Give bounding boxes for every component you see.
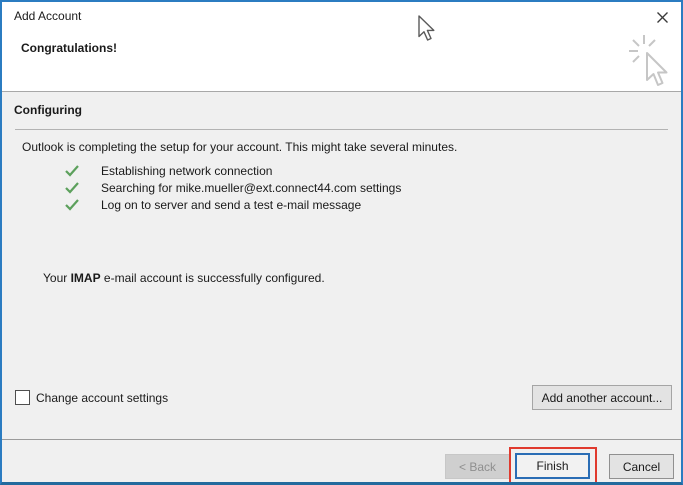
success-message: Your IMAP e-mail account is successfully… — [43, 271, 325, 285]
account-type: IMAP — [71, 271, 101, 285]
section-divider — [15, 129, 668, 130]
change-account-settings-option[interactable]: Change account settings — [15, 390, 168, 405]
cancel-button[interactable]: Cancel — [609, 454, 674, 479]
setup-step-label: Searching for mike.mueller@ext.connect44… — [101, 181, 401, 195]
title-bar: Add Account — [2, 2, 681, 32]
checkmark-icon — [65, 165, 79, 177]
close-icon — [656, 11, 669, 24]
success-message-suffix: e-mail account is successfully configure… — [101, 271, 325, 285]
setup-step-row: Searching for mike.mueller@ext.connect44… — [65, 181, 401, 195]
setup-step-row: Log on to server and send a test e-mail … — [65, 198, 361, 212]
window-title: Add Account — [14, 9, 81, 23]
configuring-description: Outlook is completing the setup for your… — [22, 140, 457, 154]
setup-step-label: Establishing network connection — [101, 164, 272, 178]
click-sparkle-icon — [628, 33, 676, 96]
congratulations-heading: Congratulations! — [21, 41, 117, 55]
checkmark-icon — [65, 182, 79, 194]
add-account-dialog: Add Account Congratulations! — [0, 0, 683, 485]
add-another-account-button[interactable]: Add another account... — [532, 385, 672, 410]
success-message-prefix: Your — [43, 271, 71, 285]
checkmark-icon — [65, 199, 79, 211]
section-title: Configuring — [14, 103, 82, 117]
change-account-settings-label: Change account settings — [36, 391, 168, 405]
finish-button[interactable]: Finish — [515, 453, 590, 479]
wizard-header: Congratulations! — [2, 32, 681, 92]
change-account-settings-checkbox[interactable] — [15, 390, 30, 405]
setup-step-label: Log on to server and send a test e-mail … — [101, 198, 361, 212]
setup-step-row: Establishing network connection — [65, 164, 272, 178]
back-button[interactable]: < Back — [445, 454, 510, 479]
footer-divider — [2, 439, 681, 440]
close-button[interactable] — [650, 5, 674, 29]
